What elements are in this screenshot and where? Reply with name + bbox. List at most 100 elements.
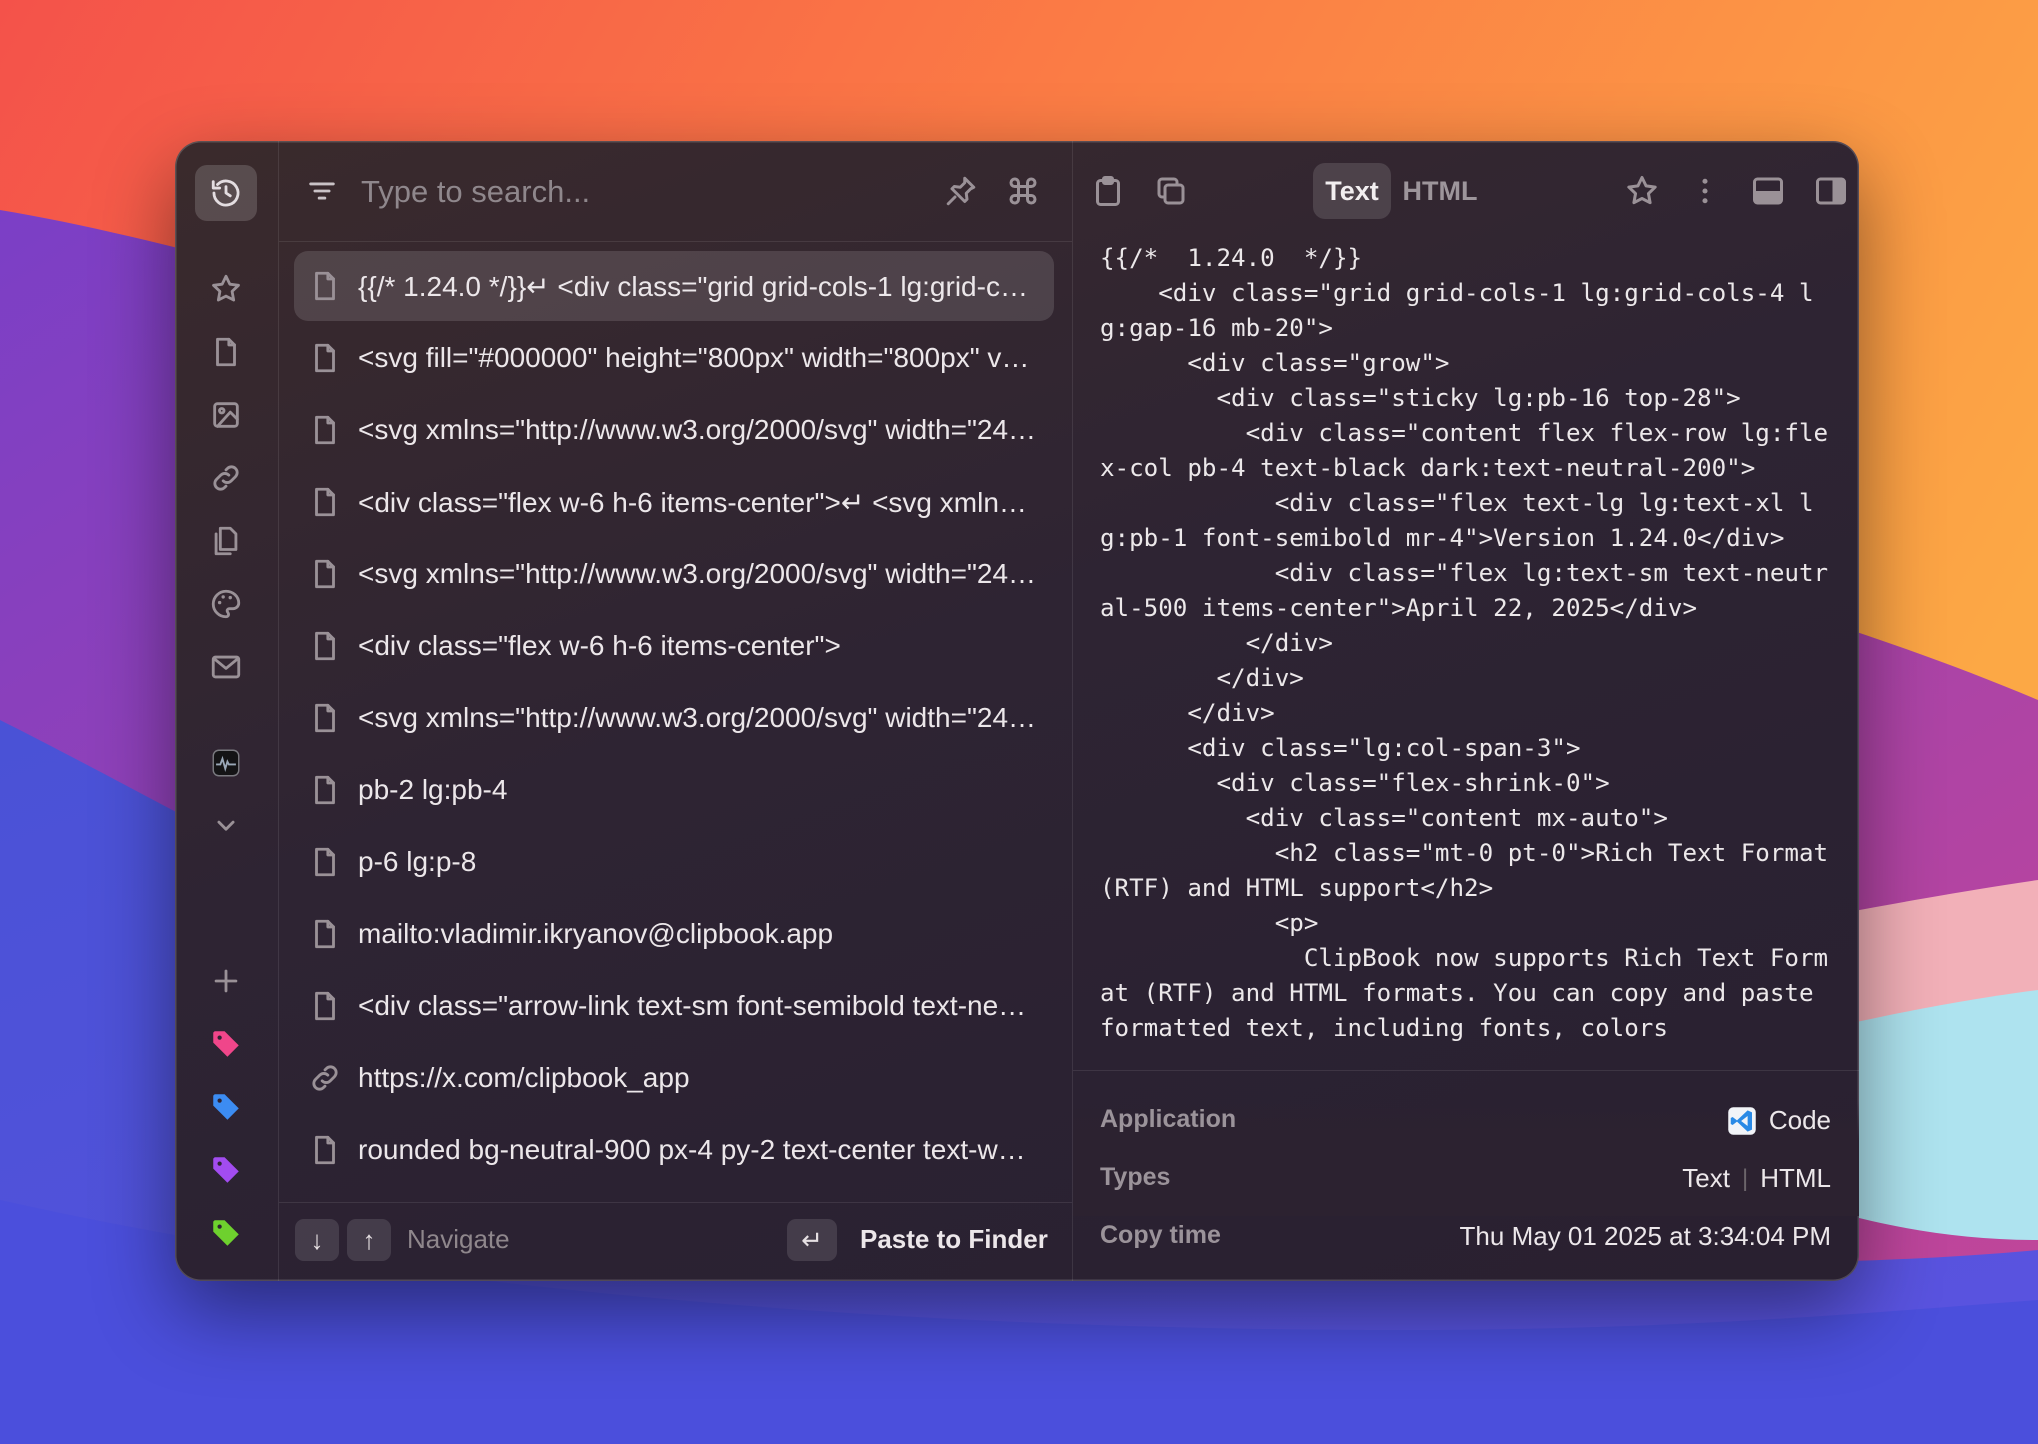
clip-item[interactable]: <svg fill="#000000" height="800px" width… — [294, 323, 1054, 393]
type-text: Text — [1682, 1163, 1730, 1193]
document-icon — [315, 775, 335, 805]
vscode-icon — [1728, 1106, 1756, 1135]
clip-item[interactable]: https://x.com/clipbook_app — [294, 1043, 1054, 1113]
types-label: Types — [1100, 1163, 1171, 1191]
copy-time-label: Copy time — [1100, 1221, 1221, 1249]
detail-toolbar: Text HTML — [1073, 141, 1859, 241]
down-key[interactable]: ↓ — [295, 1219, 339, 1261]
text-filter-button[interactable] — [195, 324, 257, 380]
emails-filter-button[interactable] — [195, 639, 257, 695]
tag-blue-icon — [213, 1094, 239, 1120]
document-icon — [315, 343, 335, 373]
clip-item-text: <svg xmlns="http://www.w3.org/2000/svg" … — [358, 414, 1038, 445]
clip-content-text: {{/* 1.24.0 */}} <div class="grid grid-c… — [1100, 244, 1829, 1042]
link-icon — [213, 465, 239, 491]
clip-content-preview[interactable]: {{/* 1.24.0 */}} <div class="grid grid-c… — [1073, 241, 1859, 1215]
clip-item[interactable]: {{/* 1.24.0 */}}↵ <div class="grid grid-… — [294, 251, 1054, 321]
document-icon — [315, 991, 335, 1021]
up-key[interactable]: ↑ — [347, 1219, 391, 1261]
detail-panel: Text HTML {{/* 1.24.0 */}} <div class="g… — [1073, 141, 1859, 1281]
application-label: Application — [1100, 1105, 1237, 1133]
list-footer: ↓ ↑ Navigate ↵ Paste to Finder — [279, 1202, 1072, 1281]
app-filter-button[interactable] — [195, 735, 257, 791]
paste-to-finder-button[interactable]: Paste to Finder — [860, 1224, 1048, 1255]
more-categories-button[interactable] — [195, 797, 257, 853]
colors-filter-button[interactable] — [195, 576, 257, 632]
application-value: Code — [1727, 1105, 1831, 1136]
copy-icon[interactable] — [1153, 173, 1189, 209]
clip-item-text: <div class="flex w-6 h-6 items-center"> — [358, 630, 841, 661]
command-icon[interactable] — [1005, 173, 1041, 209]
clip-item-text: pb-2 lg:pb-4 — [358, 774, 508, 805]
clip-item-text: <svg xmlns="http://www.w3.org/2000/svg" … — [358, 558, 1038, 589]
star-icon[interactable] — [1624, 173, 1660, 209]
palette-icon — [211, 589, 241, 619]
clip-item[interactable]: mailto:vladimir.ikryanov@clipbook.app — [294, 899, 1054, 969]
clip-item-text: mailto:vladimir.ikryanov@clipbook.app — [358, 918, 834, 949]
document-icon — [216, 337, 236, 367]
clip-item[interactable]: <svg xmlns="http://www.w3.org/2000/svg" … — [294, 683, 1054, 753]
tab-text[interactable]: Text — [1313, 163, 1391, 219]
clip-item-text: rounded bg-neutral-900 px-4 py-2 text-ce… — [358, 1134, 1038, 1165]
clipbook-window: {{/* 1.24.0 */}}↵ <div class="grid grid-… — [175, 141, 1859, 1281]
navigate-label: Navigate — [407, 1224, 510, 1254]
images-filter-button[interactable] — [195, 387, 257, 443]
clip-item-text: {{/* 1.24.0 */}}↵ <div class="grid grid-… — [358, 270, 1038, 302]
clip-item[interactable]: <div class="flex w-6 h-6 items-center"> — [294, 611, 1054, 681]
application-row: Application Code — [1100, 1101, 1831, 1141]
clip-item[interactable]: p-6 lg:p-8 — [294, 827, 1054, 897]
clip-item-text: https://x.com/clipbook_app — [358, 1062, 690, 1093]
clip-metadata: Application Code Types Text | HTML Copy … — [1073, 1070, 1859, 1281]
app-activity-icon — [212, 749, 240, 777]
tag-blue-button[interactable] — [195, 1079, 257, 1135]
copy-time-value: Thu May 01 2025 at 3:34:04 PM — [1459, 1221, 1831, 1251]
category-sidebar — [175, 141, 279, 1281]
history-button[interactable] — [195, 165, 257, 221]
tab-html[interactable]: HTML — [1399, 163, 1481, 219]
clip-list-panel: {{/* 1.24.0 */}}↵ <div class="grid grid-… — [279, 141, 1073, 1281]
clipboard-icon[interactable] — [1090, 173, 1126, 209]
add-tag-button[interactable] — [195, 953, 257, 1009]
clip-item[interactable]: <div class="arrow-link text-sm font-semi… — [294, 971, 1054, 1041]
more-options-icon[interactable] — [1687, 173, 1723, 209]
clip-item[interactable]: rounded bg-neutral-900 px-4 py-2 text-ce… — [294, 1115, 1054, 1185]
history-icon — [211, 179, 240, 207]
enter-key[interactable]: ↵ — [787, 1219, 837, 1261]
link-icon — [312, 1065, 338, 1091]
files-filter-button[interactable] — [195, 513, 257, 569]
type-html: HTML — [1760, 1163, 1831, 1193]
document-icon — [315, 487, 335, 517]
clip-item[interactable]: <div class="flex w-6 h-6 items-center">↵… — [294, 467, 1054, 537]
clip-item[interactable]: <svg xmlns="http://www.w3.org/2000/svg" … — [294, 539, 1054, 609]
search-bar — [279, 141, 1072, 242]
bottom-panel-icon[interactable] — [1750, 173, 1786, 209]
clip-item-text: <div class="flex w-6 h-6 items-center">↵… — [358, 486, 1038, 518]
filter-icon[interactable] — [305, 174, 339, 208]
links-filter-button[interactable] — [195, 450, 257, 506]
clip-item-text: <svg xmlns="http://www.w3.org/2000/svg" … — [358, 702, 1038, 733]
tag-green-button[interactable] — [195, 1205, 257, 1261]
types-row: Types Text | HTML — [1100, 1159, 1831, 1199]
tag-purple-button[interactable] — [195, 1142, 257, 1198]
document-icon — [315, 1135, 335, 1165]
document-icon — [315, 559, 335, 589]
plus-icon — [214, 969, 238, 993]
star-icon — [212, 274, 240, 302]
mail-icon — [211, 655, 241, 679]
document-icon — [315, 919, 335, 949]
files-icon — [214, 526, 238, 556]
copy-time-row: Copy time Thu May 01 2025 at 3:34:04 PM — [1100, 1217, 1831, 1257]
tag-pink-icon — [213, 1031, 239, 1057]
clip-item[interactable]: <svg xmlns="http://www.w3.org/2000/svg" … — [294, 395, 1054, 465]
clip-item-text: <div class="arrow-link text-sm font-semi… — [358, 990, 1038, 1021]
search-input[interactable] — [359, 169, 883, 215]
types-value: Text | HTML — [1682, 1163, 1831, 1194]
pin-icon[interactable] — [943, 173, 979, 209]
clip-item[interactable]: pb-2 lg:pb-4 — [294, 755, 1054, 825]
tag-pink-button[interactable] — [195, 1016, 257, 1072]
favorites-button[interactable] — [195, 261, 257, 317]
document-icon — [315, 631, 335, 661]
side-panel-icon[interactable] — [1813, 173, 1849, 209]
image-icon — [213, 402, 239, 428]
chevron-down-icon — [217, 820, 235, 831]
